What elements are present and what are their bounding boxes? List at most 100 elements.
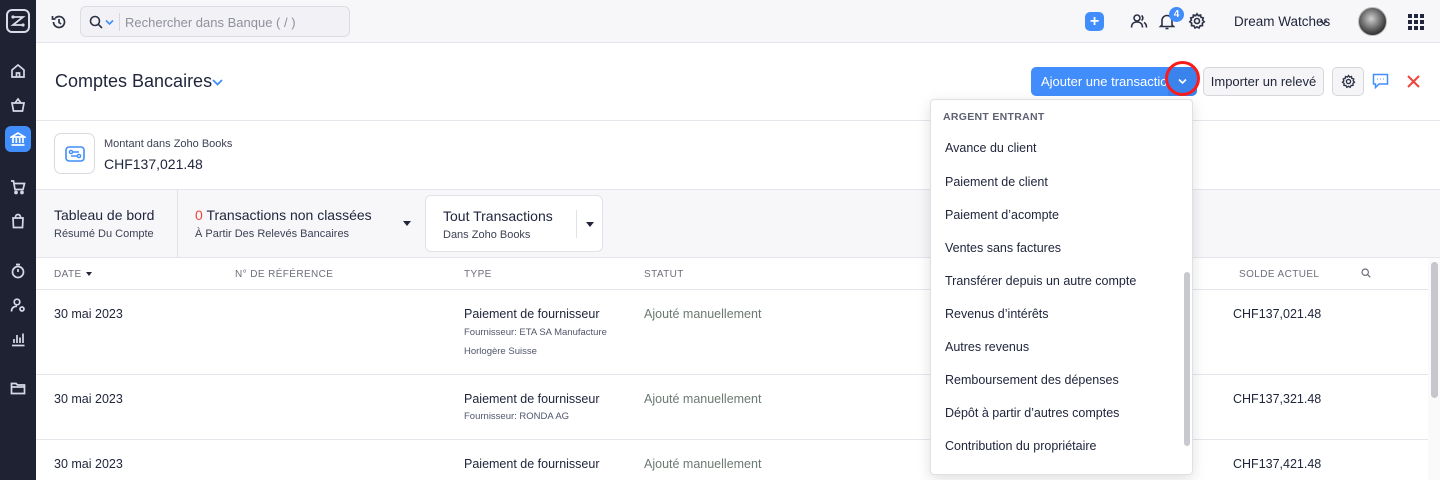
sidebar <box>0 0 36 480</box>
top-bar: + 4 Dream Watches <box>36 0 1440 43</box>
row-type: Paiement de fournisseur <box>464 457 600 471</box>
row-type: Paiement de fournisseur <box>464 392 600 406</box>
bar-chart-icon <box>12 333 25 347</box>
recent-activity-icon[interactable] <box>50 13 68 31</box>
close-icon[interactable] <box>1406 74 1421 89</box>
organization-name[interactable]: Dream Watches <box>1234 14 1330 29</box>
column-header-status[interactable]: STATUT <box>644 269 684 280</box>
menu-item-customer-advance[interactable]: Avance du client <box>931 132 1184 165</box>
app-grid-icon[interactable] <box>1408 14 1424 30</box>
amount-value: CHF137,021.48 <box>104 156 203 172</box>
menu-item-retainer-payment[interactable]: Paiement d’acompte <box>931 199 1184 232</box>
tab-divider <box>177 190 178 258</box>
gear-icon <box>1188 12 1206 30</box>
chevron-down-icon[interactable] <box>212 78 223 87</box>
sidebar-item-accountant[interactable] <box>5 292 31 318</box>
row-date: 30 mai 2023 <box>54 392 123 406</box>
tab-all-title: Tout Transactions <box>443 208 553 224</box>
chevron-down-icon[interactable] <box>105 18 114 27</box>
sidebar-item-banking[interactable] <box>5 126 31 152</box>
highlight-circle <box>1165 61 1200 96</box>
account-settings-button[interactable] <box>1332 67 1364 96</box>
sidebar-item-items[interactable] <box>5 92 31 118</box>
add-transaction-button[interactable]: Ajouter une transaction <box>1031 67 1168 96</box>
search-bar[interactable] <box>80 6 350 37</box>
column-header-date-label: DATE <box>54 269 82 280</box>
timer-icon <box>11 263 25 279</box>
basket-icon <box>10 97 26 112</box>
uncategorized-label: Transactions non classées <box>206 207 372 223</box>
caret-down-icon[interactable] <box>403 221 411 227</box>
tab-uncategorized-subtitle: À Partir Des Relevés Bancaires <box>195 228 350 240</box>
tab-divider <box>576 210 577 238</box>
comments-icon[interactable] <box>1372 73 1389 89</box>
amount-label: Montant dans Zoho Books <box>104 138 233 150</box>
menu-section-heading: ARGENT ENTRANT <box>943 111 1045 123</box>
table-row[interactable]: 30 mai 2023 Paiement de fournisseur Four… <box>36 375 1428 440</box>
row-balance: CHF137,021.48 <box>1233 307 1322 321</box>
menu-item-interest-income[interactable]: Revenus d’intérêts <box>931 298 1184 331</box>
row-status: Ajouté manuellement <box>644 392 762 406</box>
row-balance: CHF137,421.48 <box>1233 457 1322 471</box>
table-header: DATE N° DE RÉFÉRENCE TYPE STATUT SOLDE A… <box>36 258 1428 290</box>
menu-item-deposit-from-accounts[interactable]: Dépôt à partir d’autres comptes <box>931 397 1184 430</box>
tab-all-transactions[interactable]: Tout Transactions Dans Zoho Books <box>425 195 603 252</box>
menu-item-expense-refund[interactable]: Remboursement des dépenses <box>931 364 1184 397</box>
row-vendor: Horlogère Suisse <box>464 346 537 357</box>
view-tabs: Tableau de bord Résumé Du Compte 0 Trans… <box>36 190 1440 258</box>
search-icon[interactable] <box>89 15 103 29</box>
row-type: Paiement de fournisseur <box>464 307 600 321</box>
search-input[interactable] <box>125 13 345 31</box>
gear-icon <box>1340 74 1356 89</box>
sidebar-item-reports[interactable] <box>5 326 31 352</box>
account-summary: Montant dans Zoho Books CHF137,021.48 <box>36 121 1440 190</box>
plus-icon: + <box>1089 12 1100 30</box>
add-transaction-menu: ARGENT ENTRANT Avance du client Paiement… <box>930 99 1193 475</box>
menu-item-sales-without-invoices[interactable]: Ventes sans factures <box>931 232 1184 265</box>
menu-item-customer-payment[interactable]: Paiement de client <box>931 166 1184 199</box>
row-vendor: Fournisseur: ETA SA Manufacture <box>464 327 607 338</box>
sidebar-item-home[interactable] <box>5 58 31 84</box>
sidebar-item-sales[interactable] <box>5 174 31 200</box>
tab-all-subtitle: Dans Zoho Books <box>443 229 531 241</box>
menu-item-transfer-from-account[interactable]: Transférer depuis un autre compte <box>931 265 1184 298</box>
sort-desc-icon <box>85 272 92 276</box>
tab-uncategorized-title: 0 Transactions non classées <box>195 207 372 223</box>
chevron-down-icon[interactable] <box>1320 19 1327 26</box>
sidebar-item-time[interactable] <box>5 258 31 284</box>
row-vendor: Fournisseur: RONDA AG <box>464 411 570 422</box>
quick-create-button[interactable]: + <box>1085 12 1104 31</box>
menu-item-other-income[interactable]: Autres revenus <box>931 331 1184 364</box>
bank-account-icon <box>54 133 95 174</box>
notification-badge: 4 <box>1169 7 1184 22</box>
uncategorized-count: 0 <box>195 207 203 223</box>
column-header-date[interactable]: DATE <box>54 269 92 280</box>
menu-item-owner-contribution[interactable]: Contribution du propriétaire <box>931 430 1184 463</box>
caret-down-icon[interactable] <box>586 222 594 228</box>
tab-dashboard-subtitle: Résumé Du Compte <box>54 228 154 240</box>
refer-users-button[interactable] <box>1130 12 1148 30</box>
row-status: Ajouté manuellement <box>644 307 762 321</box>
user-gear-icon <box>10 298 25 312</box>
column-header-reference[interactable]: N° DE RÉFÉRENCE <box>235 269 333 280</box>
tab-dashboard-title: Tableau de bord <box>54 207 155 223</box>
column-header-type[interactable]: TYPE <box>464 269 492 280</box>
column-header-balance[interactable]: SOLDE ACTUEL <box>1239 269 1319 280</box>
table-row[interactable]: 30 mai 2023 Paiement de fournisseur Ajou… <box>36 440 1428 480</box>
app-logo-icon[interactable] <box>6 9 30 33</box>
page-title[interactable]: Comptes Bancaires <box>55 71 212 92</box>
row-date: 30 mai 2023 <box>54 457 123 471</box>
table-row[interactable]: 30 mai 2023 Paiement de fournisseur Four… <box>36 290 1428 375</box>
row-balance: CHF137,321.48 <box>1233 392 1322 406</box>
menu-scrollbar[interactable] <box>1184 272 1190 446</box>
settings-button[interactable] <box>1188 12 1206 30</box>
sidebar-item-purchases[interactable] <box>5 208 31 234</box>
sidebar-item-documents[interactable] <box>5 375 31 401</box>
user-avatar[interactable] <box>1358 7 1387 36</box>
cart-icon <box>11 180 26 195</box>
bank-icon <box>10 132 26 146</box>
import-statement-button[interactable]: Importer un relevé <box>1203 67 1324 96</box>
page-header: Comptes Bancaires Ajouter une transactio… <box>36 43 1440 121</box>
search-icon[interactable] <box>1361 268 1371 278</box>
page-scrollbar-thumb[interactable] <box>1431 262 1438 398</box>
